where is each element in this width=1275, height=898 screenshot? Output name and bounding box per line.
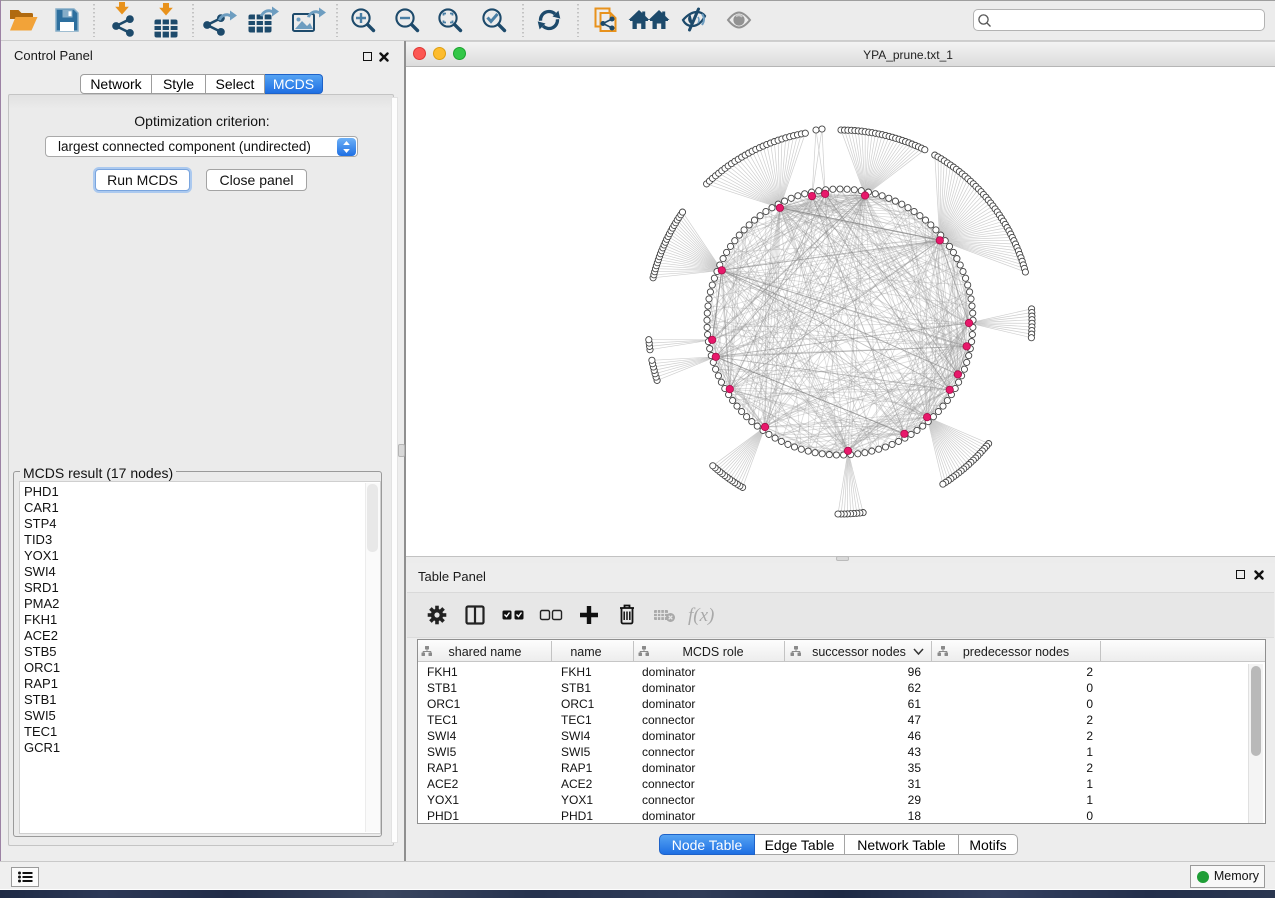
svg-text:f(x): f(x) (688, 605, 714, 626)
